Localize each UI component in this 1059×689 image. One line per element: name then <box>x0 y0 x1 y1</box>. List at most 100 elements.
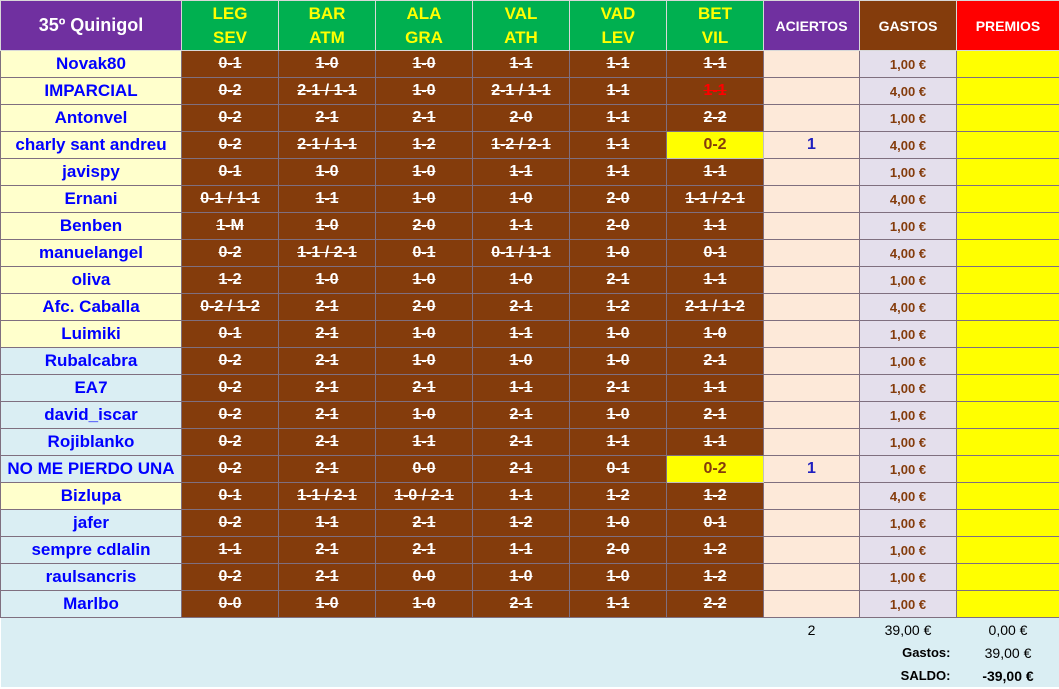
pick-cell: 1-0 <box>472 266 570 294</box>
pick-cell: 1-2 <box>375 131 473 159</box>
aciertos-cell <box>763 428 860 456</box>
pick-cell: 1-0 <box>569 347 667 375</box>
aciertos-cell <box>763 374 860 402</box>
pick-cell: 0-1 <box>666 239 764 267</box>
player-name: Antonvel <box>0 104 182 132</box>
player-name: Marlbo <box>0 590 182 618</box>
pick-cell: 1-1 <box>666 158 764 186</box>
pick-cell: 0-2 / 1-2 <box>181 293 279 321</box>
pick-cell: 1-0 <box>569 509 667 537</box>
premios-cell <box>956 482 1059 510</box>
pick-cell: 2-0 <box>569 536 667 564</box>
pick-cell: 2-1 <box>569 374 667 402</box>
premios-cell <box>956 455 1059 483</box>
gastos-header: GASTOS <box>859 0 957 51</box>
table-row: oliva 1-2 1-0 1-0 1-0 2-1 1-1 1,00 € <box>0 266 1059 294</box>
player-name: EA7 <box>0 374 182 402</box>
table-row: EA7 0-2 2-1 2-1 1-1 2-1 1-1 1,00 € <box>0 374 1059 402</box>
aciertos-cell: 1 <box>763 455 860 483</box>
premios-cell <box>956 293 1059 321</box>
player-name: sempre cdlalin <box>0 536 182 564</box>
pick-cell: 0-2 <box>181 77 279 105</box>
pick-cell: 0-2 <box>181 374 279 402</box>
pick-cell: 2-0 <box>375 212 473 240</box>
pick-cell: 0-1 <box>666 509 764 537</box>
table-row: Ernani 0-1 / 1-1 1-1 1-0 1-0 2-0 1-1 / 2-1 4,00… <box>0 185 1059 213</box>
aciertos-cell <box>763 266 860 294</box>
gastos-cell: 1,00 € <box>859 158 957 186</box>
table-row: Luimiki 0-1 2-1 1-0 1-1 1-0 1-0 1,00 € <box>0 320 1059 348</box>
gastos-value: 39,00 € <box>956 641 1059 664</box>
pick-cell: 2-1 / 1-1 <box>278 77 376 105</box>
pick-cell: 1-1 <box>666 50 764 78</box>
table-row: NO ME PIERDO UNA 0-2 2-1 0-0 2-1 0-1 0-2 1 1,00 … <box>0 455 1059 483</box>
gastos-cell: 1,00 € <box>859 536 957 564</box>
pick-cell: 1-0 <box>375 77 473 105</box>
pick-cell: 2-1 <box>375 509 473 537</box>
aciertos-cell <box>763 320 860 348</box>
pick-cell: 1-0 <box>472 347 570 375</box>
pick-cell: 2-1 <box>278 374 376 402</box>
pick-cell: 0-0 <box>181 590 279 618</box>
gastos-cell: 1,00 € <box>859 50 957 78</box>
pick-cell: 2-1 <box>278 536 376 564</box>
pick-cell: 1-0 / 2-1 <box>375 482 473 510</box>
table-row: Novak80 0-1 1-0 1-0 1-1 1-1 1-1 1,00 € <box>0 50 1059 78</box>
match-header: LEG SEV <box>181 0 279 51</box>
pick-cell: 1-2 <box>569 482 667 510</box>
player-name: IMPARCIAL <box>0 77 182 105</box>
gastos-label: Gastos: <box>859 641 957 664</box>
pick-cell: 2-1 <box>278 293 376 321</box>
pick-cell: 1-1 <box>569 590 667 618</box>
table-row: sempre cdlalin 1-1 2-1 2-1 1-1 2-0 1-2 1,00 € <box>0 536 1059 564</box>
aciertos-cell <box>763 509 860 537</box>
pick-cell: 0-2 <box>181 428 279 456</box>
pick-cell: 0-1 <box>181 482 279 510</box>
premios-cell <box>956 320 1059 348</box>
pick-cell: 1-1 <box>472 212 570 240</box>
gastos-cell: 1,00 € <box>859 374 957 402</box>
pick-cell: 1-0 <box>278 590 376 618</box>
aciertos-cell <box>763 536 860 564</box>
pick-cell: 2-1 <box>666 401 764 429</box>
player-name: charly sant andreu <box>0 131 182 159</box>
player-name: Rojiblanko <box>0 428 182 456</box>
aciertos-cell <box>763 347 860 375</box>
pick-cell: 2-0 <box>375 293 473 321</box>
player-name: javispy <box>0 158 182 186</box>
premios-cell <box>956 509 1059 537</box>
pick-cell: 1-1 <box>375 428 473 456</box>
player-name: oliva <box>0 266 182 294</box>
gastos-cell: 1,00 € <box>859 212 957 240</box>
pick-cell: 2-1 <box>278 563 376 591</box>
pick-cell: 0-1 / 1-1 <box>181 185 279 213</box>
pick-cell: 2-1 <box>472 428 570 456</box>
pick-cell: 1-2 <box>666 563 764 591</box>
aciertos-cell <box>763 482 860 510</box>
player-name: Rubalcabra <box>0 347 182 375</box>
gastos-cell: 1,00 € <box>859 347 957 375</box>
table-row: david_iscar 0-2 2-1 1-0 2-1 1-0 2-1 1,00 € <box>0 401 1059 429</box>
premios-cell <box>956 104 1059 132</box>
premios-cell <box>956 239 1059 267</box>
gastos-cell: 4,00 € <box>859 77 957 105</box>
pick-cell: 1-2 <box>569 293 667 321</box>
pick-cell: 1-0 <box>472 563 570 591</box>
table-row: Benben 1-M 1-0 2-0 1-1 2-0 1-1 1,00 € <box>0 212 1059 240</box>
table-row: jafer 0-2 1-1 2-1 1-2 1-0 0-1 1,00 € <box>0 509 1059 537</box>
pick-cell: 1-1 <box>278 509 376 537</box>
gastos-cell: 1,00 € <box>859 590 957 618</box>
pick-cell: 1-1 <box>472 158 570 186</box>
pick-cell: 1-0 <box>375 320 473 348</box>
pick-cell: 1-1 <box>666 374 764 402</box>
pick-cell: 2-1 <box>375 374 473 402</box>
table-row: Rojiblanko 0-2 2-1 1-1 2-1 1-1 1-1 1,00 € <box>0 428 1059 456</box>
aciertos-cell <box>763 77 860 105</box>
premios-cell <box>956 401 1059 429</box>
pick-cell: 1-1 <box>569 50 667 78</box>
totals-row: 2 39,00 € 0,00 € <box>0 617 1059 641</box>
table-row: IMPARCIAL 0-2 2-1 / 1-1 1-0 2-1 / 1-1 1-1 1-1 4… <box>0 77 1059 105</box>
premios-cell <box>956 266 1059 294</box>
aciertos-cell <box>763 293 860 321</box>
player-name: manuelangel <box>0 239 182 267</box>
